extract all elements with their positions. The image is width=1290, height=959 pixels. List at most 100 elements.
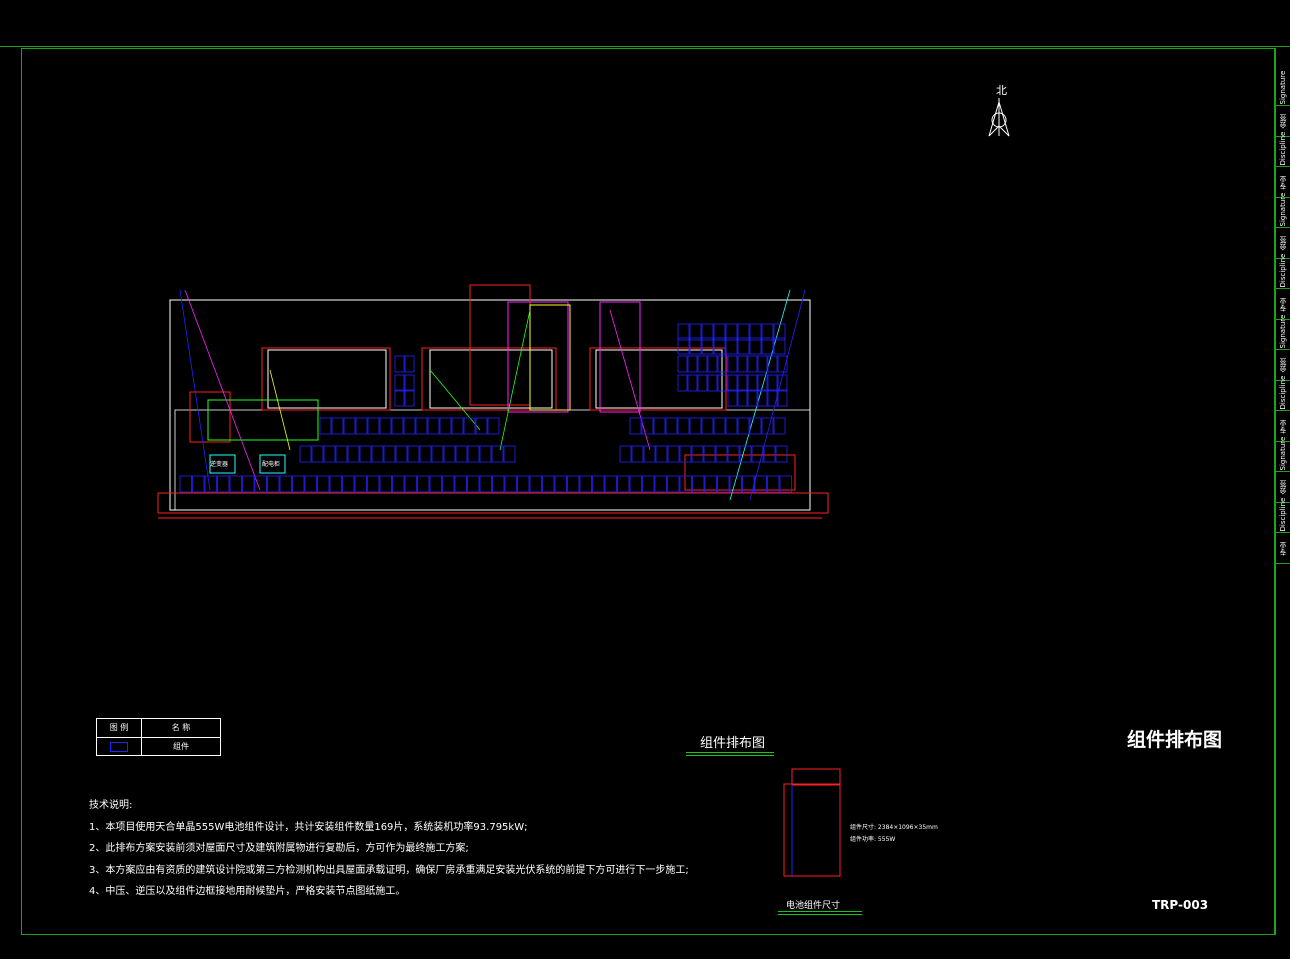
sidebar-cell: Discipline [1276,132,1290,168]
pv-module [391,417,404,435]
pv-module [604,475,617,493]
pv-module [417,475,430,493]
pv-module [355,417,368,435]
panel-underline-2 [778,914,862,915]
pv-module [304,475,317,493]
pv-module [383,445,396,463]
magenta-bay-1 [507,301,569,413]
pv-module [371,445,384,463]
pv-module [687,355,698,373]
sidebar-label: Signature [1279,436,1287,471]
pv-module [404,389,415,407]
drawing-title: 组件排布图 [1127,729,1223,751]
pv-module [192,475,205,493]
pv-module [379,417,392,435]
pv-module [665,417,678,435]
skylight-1 [267,349,387,409]
pv-module [747,389,758,407]
note-1: 1、本项目使用天合单晶555W电池组件设计，共计安装组件数量169片，系统装机功… [89,821,528,833]
sidebar-cell: Discipline [1276,497,1290,534]
inverter-label: 逆变器 [210,460,228,468]
pv-module [727,445,740,463]
pv-module [429,475,442,493]
yellow-bay [529,304,571,411]
pv-module [279,475,292,493]
pv-module [419,445,432,463]
pv-module [347,445,360,463]
pv-module [454,475,467,493]
pv-module [703,445,716,463]
pv-module [323,445,336,463]
red-bay-3 [421,347,557,411]
pv-module [747,374,758,392]
pv-module [727,374,738,392]
pv-module [443,445,456,463]
pv-module [667,445,680,463]
pv-module [329,475,342,493]
pv-module [654,475,667,493]
pv-module [217,475,230,493]
sidebar-label: Signature [1279,70,1287,105]
module-dimension-drawing [783,768,841,877]
sidebar-label: Signature [1279,192,1287,227]
green-bay [207,399,319,441]
pv-module [737,417,750,435]
sidebar-cell: Signature [1276,70,1290,107]
pv-module [687,374,698,392]
pv-module [503,445,516,463]
note-2: 2、此排布方案安装前须对屋面尺寸及建筑附属物进行复勘后，方可作为最终施工方案; [89,843,469,854]
pv-module [567,475,580,493]
cabinet-label: 配电柜 [262,460,280,468]
legend-name: 组件 [173,742,189,751]
note-4: 4、中压、逆压以及组件边框接地用耐候垫片，严格安装节点图纸施工。 [89,886,406,897]
outer-top-line [0,46,1290,47]
sidebar-cell: Signature [1276,192,1290,229]
pv-module [367,417,380,435]
pv-module [727,389,738,407]
sidebar-label: Discipline [1279,497,1287,532]
pv-module [737,374,748,392]
pv-module [629,475,642,493]
pv-module [394,374,405,392]
pv-module [767,374,778,392]
pv-module [392,475,405,493]
pv-module [655,445,668,463]
pv-module [395,445,408,463]
pv-module [737,355,748,373]
pv-module [691,445,704,463]
pv-module [747,355,758,373]
pv-module [529,475,542,493]
roof-plan: 逆变器 配电柜 [157,284,829,519]
pv-module [415,417,428,435]
pv-module [254,475,267,493]
subtitle-underline-2 [686,755,774,756]
pv-module [592,475,605,493]
red-bay-1 [469,284,531,406]
pv-module [701,417,714,435]
pv-module [517,475,530,493]
sidebar-cell: Signature [1276,436,1290,473]
pv-module [689,417,702,435]
note-3: 3、本方案应由有资质的建筑设计院或第三方检测机构出具屋面承载证明，确保厂房承重满… [89,864,689,876]
legend-header-name: 名 称 [171,723,191,732]
pv-module [761,417,774,435]
north-arrow-icon [988,98,1010,137]
pv-module [773,417,786,435]
legend-symbol [97,738,142,756]
pv-module [267,475,280,493]
subtitle-underline-1 [686,752,774,753]
pv-module [707,374,718,392]
pv-module [427,417,440,435]
pv-module [335,445,348,463]
pv-module [751,445,764,463]
title-sidebar: Signature 会签 Discipline 专业 Signature 会签 Discip… [1275,48,1290,935]
panel-underline-1 [778,911,862,912]
sidebar-cell: Signature [1276,315,1290,351]
pv-module [451,417,464,435]
pv-module [653,417,666,435]
red-bay-4 [589,347,727,411]
pv-module [343,417,356,435]
pv-module [439,417,452,435]
pv-module [767,355,778,373]
pv-module [677,355,688,373]
